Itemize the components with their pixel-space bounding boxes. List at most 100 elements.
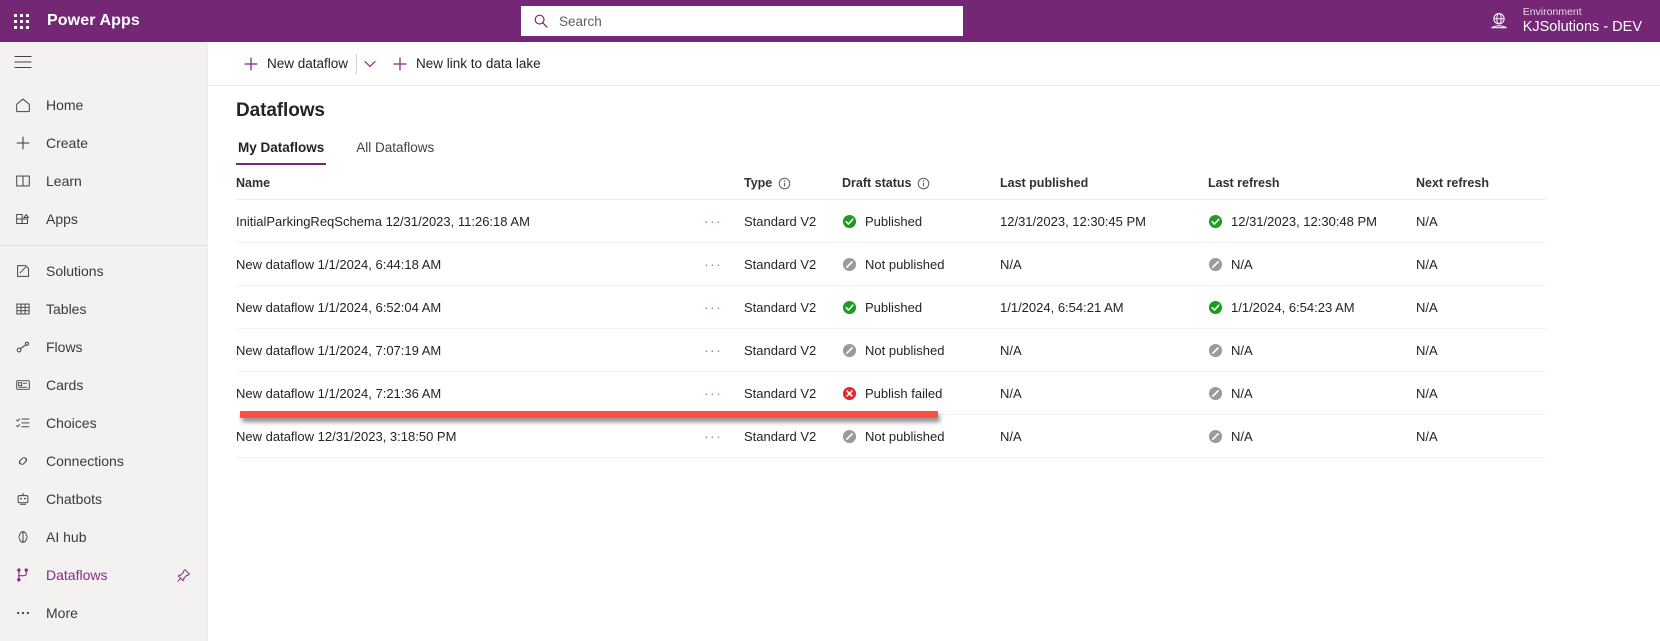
status-badge: Published <box>865 299 923 315</box>
table-row[interactable]: New dataflow 12/31/2023, 3:18:50 PM ··· St… <box>236 415 1546 458</box>
new-link-to-data-lake-button[interactable]: New link to data lake <box>384 48 549 80</box>
table-body: InitialParkingReqSchema 12/31/2023, 11:2… <box>236 200 1546 458</box>
sidebar-item-more[interactable]: More <box>0 594 207 632</box>
cell-name[interactable]: New dataflow 1/1/2024, 7:07:19 AM <box>236 329 704 372</box>
cell-overflow[interactable]: ··· <box>704 372 744 415</box>
info-icon[interactable] <box>917 177 930 190</box>
home-icon <box>13 95 33 115</box>
global-search[interactable] <box>521 6 963 36</box>
sidebar-item-create[interactable]: Create <box>0 124 207 162</box>
cell-name[interactable]: New dataflow 1/1/2024, 6:44:18 AM <box>236 243 704 286</box>
cell-last-refresh: N/A <box>1208 243 1416 286</box>
top-app-bar: Power Apps Environment KJSolutions - DEV <box>0 0 1660 42</box>
table-row[interactable]: New dataflow 1/1/2024, 7:21:36 AM ··· Stan… <box>236 372 1546 415</box>
column-header-name[interactable]: Name <box>236 166 704 200</box>
sidebar-item-ai-hub[interactable]: AI hub <box>0 518 207 556</box>
cell-overflow[interactable]: ··· <box>704 329 744 372</box>
dataflows-table: Name Type Draft status Last published La… <box>236 166 1546 458</box>
column-header-draft-status[interactable]: Draft status <box>842 166 1000 200</box>
sidebar-item-cards[interactable]: Cards <box>0 366 207 404</box>
cell-type: Standard V2 <box>744 385 817 401</box>
sidebar-item-apps[interactable]: Apps <box>0 200 207 238</box>
cell-next-refresh: N/A <box>1416 428 1438 444</box>
row-overflow-menu-icon[interactable]: ··· <box>704 256 722 272</box>
row-overflow-menu-icon[interactable]: ··· <box>704 213 722 229</box>
cell-name[interactable]: New dataflow 1/1/2024, 7:21:36 AM <box>236 372 704 415</box>
cell-last-published: N/A <box>1000 256 1022 272</box>
command-bar: New dataflow New link to data lake <box>208 42 1660 86</box>
cell-draft-status: Not published <box>842 329 1000 372</box>
last-refresh-value: 1/1/2024, 6:54:23 AM <box>1231 299 1355 315</box>
not-published-slash-icon <box>842 343 857 357</box>
cell-overflow[interactable]: ··· <box>704 415 744 458</box>
cell-name[interactable]: InitialParkingReqSchema 12/31/2023, 11:2… <box>236 200 704 243</box>
row-overflow-menu-icon[interactable]: ··· <box>704 299 722 315</box>
sidebar-item-label: Chatbots <box>46 491 103 507</box>
not-published-slash-icon <box>1208 386 1223 400</box>
sidebar-item-chatbots[interactable]: Chatbots <box>0 480 207 518</box>
page-title: Dataflows <box>236 100 325 121</box>
environment-selector[interactable]: Environment KJSolutions - DEV <box>1488 0 1642 42</box>
column-header-type[interactable]: Type <box>744 166 842 200</box>
sidebar-item-tables[interactable]: Tables <box>0 290 207 328</box>
row-overflow-menu-icon[interactable]: ··· <box>704 428 722 444</box>
nav-collapse-button[interactable] <box>0 42 207 82</box>
cell-overflow[interactable]: ··· <box>704 286 744 329</box>
table-row[interactable]: New dataflow 1/1/2024, 6:52:04 AM ··· Stan… <box>236 286 1546 329</box>
tab-my-dataflows[interactable]: My Dataflows <box>236 136 327 165</box>
cell-type: Standard V2 <box>744 342 817 358</box>
sidebar-item-learn[interactable]: Learn <box>0 162 207 200</box>
sidebar-item-flows[interactable]: Flows <box>0 328 207 366</box>
new-dataflow-button[interactable]: New dataflow <box>235 48 356 80</box>
cell-last-published: 1/1/2024, 6:54:21 AM <box>1000 299 1124 315</box>
last-refresh-value: 12/31/2023, 12:30:48 PM <box>1231 213 1378 229</box>
sidebar-item-label: Home <box>46 97 84 113</box>
solutions-icon <box>13 261 33 281</box>
status-badge: Not published <box>865 256 945 272</box>
not-published-slash-icon <box>842 429 857 443</box>
pin-icon[interactable] <box>176 568 191 583</box>
tab-all-dataflows[interactable]: All Dataflows <box>354 136 436 165</box>
table-header-row: Name Type Draft status Last published La… <box>236 166 1546 200</box>
chevron-down-icon <box>364 60 376 67</box>
book-icon <box>13 171 33 191</box>
row-overflow-menu-icon[interactable]: ··· <box>704 342 722 358</box>
column-header-next-refresh[interactable]: Next refresh <box>1416 166 1546 200</box>
row-overflow-menu-icon[interactable]: ··· <box>704 385 722 401</box>
column-header-last-published[interactable]: Last published <box>1000 166 1208 200</box>
table-row[interactable]: New dataflow 1/1/2024, 6:44:18 AM ··· Stan… <box>236 243 1546 286</box>
tab-label: My Dataflows <box>238 140 325 155</box>
sidebar-item-label: Dataflows <box>46 567 108 583</box>
choices-icon <box>13 413 33 433</box>
table-row[interactable]: InitialParkingReqSchema 12/31/2023, 11:2… <box>236 200 1546 243</box>
cell-type: Standard V2 <box>744 213 817 229</box>
sidebar-item-dataflows[interactable]: Dataflows <box>0 556 207 594</box>
search-input[interactable] <box>559 13 949 29</box>
column-header-last-refresh[interactable]: Last refresh <box>1208 166 1416 200</box>
cell-next-refresh: N/A <box>1416 342 1438 358</box>
sidebar-item-connections[interactable]: Connections <box>0 442 207 480</box>
status-badge: Publish failed <box>865 385 943 401</box>
publish-failed-error-icon <box>842 386 857 400</box>
cell-next-refresh: N/A <box>1416 256 1438 272</box>
info-icon[interactable] <box>778 177 791 190</box>
table-icon <box>13 299 33 319</box>
new-dataflow-split-button[interactable] <box>356 48 384 80</box>
sidebar-item-solutions[interactable]: Solutions <box>0 252 207 290</box>
cell-name[interactable]: New dataflow 12/31/2023, 3:18:50 PM <box>236 415 704 458</box>
not-published-slash-icon <box>1208 429 1223 443</box>
last-refresh-value: N/A <box>1231 256 1253 272</box>
sidebar-item-home[interactable]: Home <box>0 86 207 124</box>
hamburger-icon <box>14 55 32 69</box>
not-published-slash-icon <box>1208 257 1223 271</box>
sidebar-item-choices[interactable]: Choices <box>0 404 207 442</box>
cards-icon <box>13 375 33 395</box>
table-row[interactable]: New dataflow 1/1/2024, 7:07:19 AM ··· Stan… <box>236 329 1546 372</box>
plus-icon <box>13 133 33 153</box>
sidebar-item-label: Connections <box>46 453 124 469</box>
app-launcher-button[interactable] <box>0 0 42 42</box>
cell-name[interactable]: New dataflow 1/1/2024, 6:52:04 AM <box>236 286 704 329</box>
cell-draft-status: Not published <box>842 415 1000 458</box>
cell-overflow[interactable]: ··· <box>704 200 744 243</box>
cell-overflow[interactable]: ··· <box>704 243 744 286</box>
